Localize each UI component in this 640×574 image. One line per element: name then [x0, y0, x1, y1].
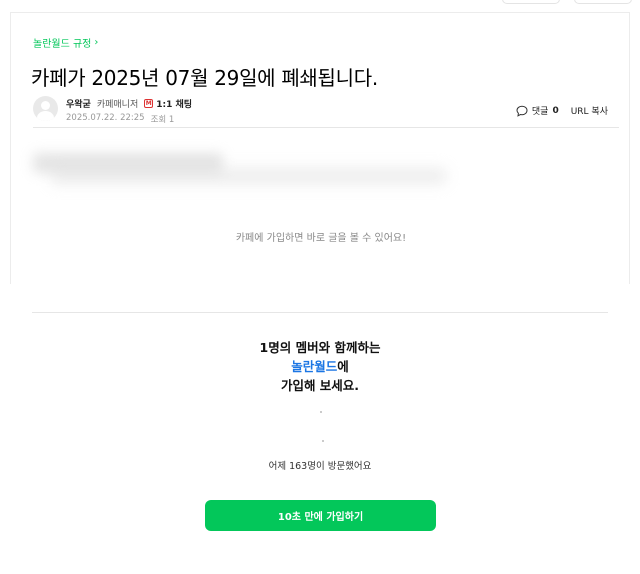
join-prompt-line3: 가입해 보세요.: [280, 378, 360, 393]
article-title: 카페가 2025년 07월 29일에 폐쇄됩니다.: [31, 66, 378, 90]
article-card: 놀란월드 규정 › 카페가 2025년 07월 29일에 폐쇄됩니다. 우왁굳 …: [10, 12, 630, 284]
comment-count: 0: [552, 105, 559, 116]
divider: [33, 127, 619, 128]
divider: [32, 312, 608, 313]
avatar[interactable]: [33, 96, 58, 121]
article-views: 조회 1: [150, 115, 175, 125]
join-prompt-line2: 놀란월드에: [0, 357, 640, 376]
author-role: 카페매니저: [96, 100, 139, 110]
top-button-left[interactable]: [502, 0, 560, 4]
speech-bubble-icon: [516, 105, 528, 117]
blurred-content: [51, 168, 446, 184]
cafe-name: 놀란월드: [291, 359, 338, 374]
top-toolbar: [502, 0, 632, 4]
article-date: 2025.07.22. 22:25: [66, 113, 145, 123]
manager-badge-icon: M: [144, 99, 154, 108]
join-prompt: 1명의 멤버와 함께하는 놀란월드에 가입해 보세요.: [0, 338, 640, 395]
article-meta: 2025.07.22. 22:25 조회 1: [66, 113, 174, 125]
one-on-one-chat-button[interactable]: M 1:1 채팅: [144, 97, 192, 110]
top-button-right[interactable]: [574, 0, 632, 4]
join-prompt-line1: 1명의 멤버와 함께하는: [259, 340, 381, 355]
locked-content-message: 카페에 가입하면 바로 글을 볼 수 있어요!: [235, 233, 407, 244]
author-info: 우왁굳 카페매니저 M 1:1 채팅: [66, 97, 192, 110]
comment-button[interactable]: 댓글 0: [516, 104, 559, 117]
decorative-dot: [322, 440, 324, 442]
category-link[interactable]: 놀란월드 규정 ›: [33, 35, 98, 50]
cafe-name-suffix: 에: [337, 359, 349, 374]
chevron-right-icon: ›: [94, 37, 99, 48]
chat-label: 1:1 채팅: [156, 100, 193, 110]
article-actions: 댓글 0 URL 복사: [516, 104, 608, 117]
comment-label: 댓글: [531, 107, 549, 117]
decorative-dot: [320, 411, 322, 413]
category-label: 놀란월드 규정: [33, 39, 92, 50]
url-copy-button[interactable]: URL 복사: [571, 104, 608, 117]
join-cafe-button[interactable]: 10초 만에 가입하기: [205, 500, 436, 531]
author-name[interactable]: 우왁굳: [66, 97, 91, 110]
visitor-count: 어제 163명이 방문했어요: [268, 461, 372, 472]
